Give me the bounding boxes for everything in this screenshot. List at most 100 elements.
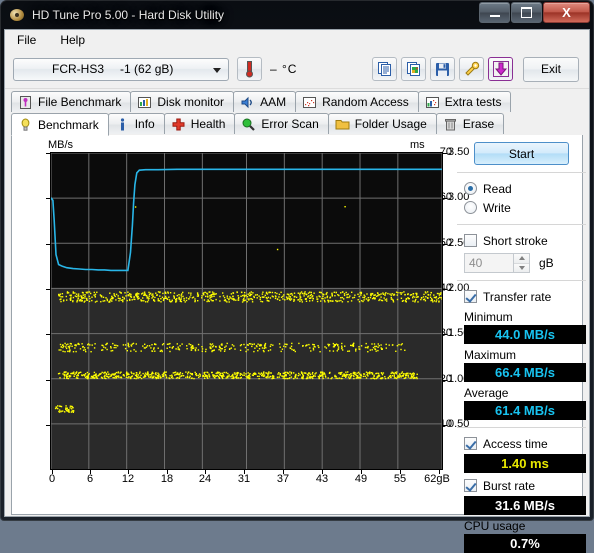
transfer-rate-option[interactable]: Transfer rate [455, 287, 588, 306]
tab-info[interactable]: Info [107, 113, 165, 134]
info-icon [115, 117, 130, 132]
maximum-value: 66.4 MB/s [464, 363, 586, 382]
tab-label: Folder Usage [354, 117, 427, 131]
tab-label: Error Scan [261, 117, 319, 131]
tab-extra-tests[interactable]: Extra tests [417, 91, 512, 112]
tab-benchmark[interactable]: Benchmark [11, 113, 109, 136]
short-stroke-checkbox[interactable] [464, 234, 477, 247]
divider-4 [457, 427, 586, 428]
x-tick-37: 37 [276, 473, 290, 485]
short-stroke-stepper[interactable]: 40 [464, 253, 530, 273]
client-area: File Help FCR-HS3 -1 (62 gB) – °C Exit F… [4, 29, 590, 553]
divider-1 [457, 172, 586, 173]
results-panel: Start Read Write Short stroke 40 gB Tran… [455, 138, 588, 553]
title-bar: HD Tune Pro 5.00 - Hard Disk Utility X [1, 1, 593, 29]
transfer-rate-checkbox[interactable] [464, 290, 477, 303]
read-option[interactable]: Read [455, 179, 588, 198]
tab-label: Health [190, 117, 226, 131]
tab-random-access[interactable]: Random Access [295, 91, 419, 112]
x-tick-12: 12 [121, 473, 135, 485]
window-title: HD Tune Pro 5.00 - Hard Disk Utility [32, 8, 225, 22]
copy-icon [377, 62, 391, 76]
burst-rate-option[interactable]: Burst rate [455, 476, 588, 495]
tab-label: Info [134, 117, 155, 131]
access-time-option[interactable]: Access time [455, 434, 588, 453]
window-controls: X [479, 2, 590, 23]
short-stroke-unit: gB [539, 256, 554, 270]
divider-3 [457, 280, 586, 281]
erase-trash-icon [443, 117, 458, 132]
tab-label: File Benchmark [38, 95, 122, 109]
tab-erase[interactable]: Erase [435, 113, 505, 134]
app-window: HD Tune Pro 5.00 - Hard Disk Utility X F… [0, 0, 594, 553]
x-tick-24: 24 [198, 473, 212, 485]
tab-strip: File Benchmark Disk monitor AAM Random A… [5, 89, 589, 136]
close-button[interactable]: X [543, 2, 590, 23]
tab-file-benchmark[interactable]: File Benchmark [11, 91, 132, 112]
settings-button[interactable] [459, 57, 484, 81]
benchmark-bulb-icon [18, 117, 33, 132]
tab-label: Random Access [322, 95, 409, 109]
read-label: Read [483, 181, 512, 196]
device-select[interactable]: FCR-HS3 -1 (62 gB) [13, 57, 229, 81]
menu-item-file[interactable]: File [13, 31, 46, 49]
short-stroke-label: Short stroke [483, 233, 548, 248]
plot-area [50, 152, 443, 470]
tab-row-upper: File Benchmark Disk monitor AAM Random A… [11, 91, 583, 113]
write-radio[interactable] [464, 201, 477, 214]
menu-item-help[interactable]: Help [56, 31, 95, 49]
divider-2 [457, 224, 586, 225]
minimum-value: 44.0 MB/s [464, 325, 586, 344]
short-stroke-option[interactable]: Short stroke [455, 231, 588, 250]
tab-label: AAM [260, 95, 287, 109]
wrench-gear-icon [464, 61, 479, 76]
read-radio[interactable] [464, 182, 477, 195]
stepper-up-button[interactable] [514, 254, 529, 264]
tab-aam[interactable]: AAM [233, 91, 297, 112]
device-detail: -1 (62 gB) [120, 62, 174, 76]
tab-label: Benchmark [38, 117, 99, 132]
exit-button[interactable]: Exit [523, 56, 579, 82]
download-button[interactable] [488, 57, 513, 81]
tab-disk-monitor[interactable]: Disk monitor [130, 91, 235, 112]
device-name: FCR-HS3 [52, 62, 105, 76]
x-tick-6: 6 [86, 473, 94, 485]
random-access-icon [302, 95, 317, 110]
tab-label: Disk monitor [157, 95, 225, 109]
tab-folder-usage[interactable]: Folder Usage [327, 113, 437, 134]
write-option[interactable]: Write [455, 198, 588, 217]
tab-row-lower: Benchmark Info Health Error Scan Folder … [11, 113, 583, 136]
start-button[interactable]: Start [474, 142, 569, 165]
disk-monitor-icon [137, 95, 152, 110]
app-icon [9, 7, 25, 23]
stepper-down-button[interactable] [514, 263, 529, 272]
benchmark-panel: MB/s ms 70 60 50 40 30 20 10 3.50 3.00 2… [11, 135, 586, 553]
floppy-save-icon [436, 62, 449, 76]
error-scan-magnifier-icon [241, 117, 256, 132]
aam-speaker-icon [240, 95, 255, 110]
tab-error-scan[interactable]: Error Scan [234, 113, 329, 134]
copy-button[interactable] [372, 57, 397, 81]
burst-rate-value: 31.6 MB/s [464, 496, 586, 515]
tab-health[interactable]: Health [163, 113, 236, 134]
minimize-button[interactable] [479, 2, 510, 23]
x-tick-49: 49 [354, 473, 368, 485]
x-tick-0: 0 [48, 473, 56, 485]
benchmark-chart: MB/s ms 70 60 50 40 30 20 10 3.50 3.00 2… [12, 135, 469, 490]
maximum-label: Maximum [464, 348, 517, 362]
cpu-usage-value: 0.7% [464, 534, 586, 553]
toolbar: FCR-HS3 -1 (62 gB) – °C Exit [5, 50, 589, 89]
access-time-checkbox[interactable] [464, 437, 477, 450]
stepper-buttons[interactable] [513, 254, 529, 272]
write-label: Write [483, 200, 511, 215]
temperature-button[interactable] [237, 57, 262, 81]
maximize-button[interactable] [511, 2, 542, 23]
extra-tests-icon [425, 95, 440, 110]
burst-rate-checkbox[interactable] [464, 479, 477, 492]
save-button[interactable] [430, 57, 455, 81]
menu-bar: File Help [5, 30, 589, 50]
cpu-usage-label: CPU usage [464, 519, 526, 533]
average-label: Average [464, 386, 509, 400]
copy-image-button[interactable] [401, 57, 426, 81]
access-time-label: Access time [483, 436, 548, 451]
